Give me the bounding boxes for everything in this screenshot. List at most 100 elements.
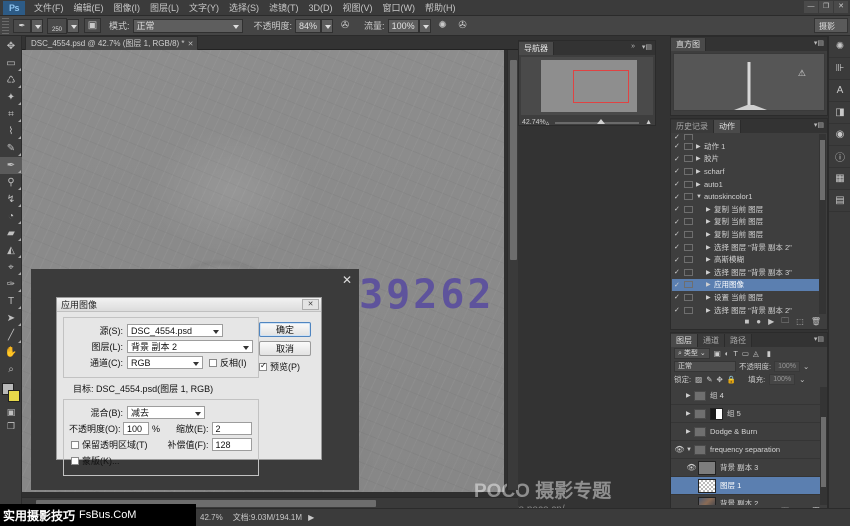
action-toggle[interactable]: ✓ <box>674 281 684 289</box>
lock-image-icon[interactable]: ✎ <box>706 375 712 384</box>
tool-blur[interactable]: ◭ <box>0 242 22 259</box>
panel-menu-icon[interactable]: ▾▤ <box>814 335 824 343</box>
action-row-selected[interactable]: ✓▶应用图像 <box>672 279 826 292</box>
tab-paths[interactable]: 路径 <box>725 334 752 347</box>
navigator-zoom-slider[interactable] <box>555 122 639 124</box>
action-dialog-toggle[interactable] <box>684 218 693 225</box>
preview-checkbox-row[interactable]: 预览(P) <box>259 360 315 373</box>
stop-icon[interactable]: ■ <box>744 317 749 326</box>
layer-filter-select[interactable]: ⌕ 类型 ⌄ <box>674 348 710 359</box>
preview-checkbox[interactable] <box>259 363 267 371</box>
tool-pen[interactable]: ✑ <box>0 276 22 293</box>
source-select[interactable]: DSC_4554.psd <box>127 324 223 337</box>
zoom-out-icon[interactable]: ▵ <box>546 119 550 127</box>
navigator-zoom-value[interactable]: 42.74% <box>522 119 546 126</box>
chevrons-right-icon[interactable]: » <box>631 43 635 50</box>
brush-size-field[interactable]: 250 <box>47 18 67 34</box>
layer-select[interactable]: 背景 副本 2 <box>127 340 253 353</box>
action-toggle[interactable]: ✓ <box>674 142 684 150</box>
tool-history-brush[interactable]: ↯ <box>0 191 22 208</box>
action-toggle[interactable]: ✓ <box>674 205 684 213</box>
preserve-checkbox-row[interactable]: 保留透明区域(T) <box>71 438 148 451</box>
action-toggle[interactable]: ✓ <box>674 155 684 163</box>
fill-dropdown-icon[interactable]: ⌄ <box>799 375 805 384</box>
action-toggle[interactable]: ✓ <box>674 167 684 175</box>
action-toggle[interactable]: ✓ <box>674 218 684 226</box>
minimize-button[interactable]: — <box>804 1 818 13</box>
new-set-icon[interactable]: 🗀 <box>781 315 789 329</box>
menu-edit[interactable]: 编辑(E) <box>69 1 109 15</box>
opacity-dropdown-icon[interactable]: ⌄ <box>803 362 809 371</box>
action-toggle[interactable]: ✓ <box>674 230 684 238</box>
chevron-right-icon[interactable]: ▶ <box>706 256 714 263</box>
invert-checkbox-row[interactable]: 反相(I) <box>209 356 247 369</box>
chevron-right-icon[interactable]: ▶ <box>686 392 694 399</box>
tool-eyedropper[interactable]: ⌇ <box>0 123 22 140</box>
layer-row-selected[interactable]: 图层 1 <box>671 477 827 495</box>
chevron-right-icon[interactable]: ▶ <box>706 218 714 225</box>
tool-eraser[interactable]: ◔ <box>0 208 22 225</box>
chevron-right-icon[interactable]: ▶ <box>696 155 704 162</box>
layer-row[interactable]: 👁 背景 副本 3 <box>671 459 827 477</box>
play-icon[interactable]: ▶ <box>768 317 774 326</box>
color-swatches[interactable] <box>0 381 22 405</box>
canvas-vertical-scrollbar[interactable] <box>507 50 518 490</box>
menu-help[interactable]: 帮助(H) <box>420 1 461 15</box>
delete-icon[interactable]: 🗑 <box>811 317 821 326</box>
chevron-right-icon[interactable]: ▶ <box>706 269 714 276</box>
lock-transparency-icon[interactable]: ▨ <box>695 375 702 384</box>
opacity-input[interactable]: 84% <box>295 19 321 33</box>
action-row[interactable]: ✓▶复制 当前 图层 <box>672 228 826 241</box>
tool-hand[interactable]: ✋ <box>0 344 22 361</box>
action-dialog-toggle[interactable] <box>684 168 693 175</box>
layer-row[interactable]: ▶ 组 4 <box>671 387 827 405</box>
flow-input[interactable]: 100% <box>388 19 419 33</box>
action-dialog-toggle[interactable] <box>684 143 693 150</box>
menu-file[interactable]: 文件(F) <box>29 1 69 15</box>
chevron-right-icon[interactable]: ▶ <box>706 231 714 238</box>
offset-input[interactable]: 128 <box>212 438 252 451</box>
dialog-backdrop-close-icon[interactable]: ✕ <box>342 273 352 287</box>
action-dialog-toggle[interactable] <box>684 206 693 213</box>
mask-checkbox[interactable] <box>71 457 79 465</box>
adjustment-filter-icon[interactable]: ◐ <box>725 349 730 358</box>
layer-thumbnail[interactable] <box>698 497 716 506</box>
tool-type[interactable]: T <box>0 293 22 310</box>
layers-list[interactable]: ▶ 组 4 ▶ 组 5 ▶ Dodge & Burn <box>671 387 827 505</box>
cancel-button[interactable]: 取消 <box>259 341 311 356</box>
channel-select[interactable]: RGB <box>127 356 203 369</box>
layer-blend-select[interactable]: 正常 <box>674 361 736 372</box>
properties-rail-icon[interactable]: ▤ <box>829 190 850 212</box>
opacity-slider-arrow[interactable] <box>321 19 333 33</box>
tool-move[interactable]: ✥ <box>0 38 22 55</box>
action-toggle[interactable]: ✓ <box>674 268 684 276</box>
pixel-filter-icon[interactable]: ▣ <box>714 349 721 358</box>
info-rail-icon[interactable]: ⓘ <box>829 146 850 168</box>
document-tab[interactable]: DSC_4554.psd @ 42.7% (图层 1, RGB/8) * ✕ <box>25 36 198 50</box>
panel-menu-icon[interactable]: ▾▤ <box>814 39 824 47</box>
layer-row[interactable]: 👁 ▼ frequency separation <box>671 441 827 459</box>
action-row[interactable]: ✓▶复制 当前 图层 <box>672 216 826 229</box>
tool-lasso[interactable]: ♺ <box>0 72 22 89</box>
menu-window[interactable]: 窗口(W) <box>378 1 421 15</box>
tool-dodge[interactable]: ⌖ <box>0 259 22 276</box>
brush-preset-dropdown[interactable] <box>31 19 43 33</box>
eye-icon-on[interactable]: 👁 <box>673 445 686 454</box>
status-arrow-icon[interactable]: ▶ <box>308 513 314 522</box>
tool-path-selection[interactable]: ➤ <box>0 310 22 327</box>
panel-menu-icon[interactable]: ▾▤ <box>642 43 652 51</box>
close-button[interactable]: ✕ <box>834 1 848 13</box>
swatches-rail-icon[interactable]: ▦ <box>829 168 850 190</box>
tool-marquee[interactable]: ▭ <box>0 55 22 72</box>
dialog-close-button[interactable]: ✕ <box>302 299 319 310</box>
new-action-icon[interactable]: ⬚ <box>796 317 804 326</box>
tool-healing-brush[interactable]: ✎ <box>0 140 22 157</box>
action-dialog-toggle[interactable] <box>684 231 693 238</box>
tab-actions[interactable]: 动作 <box>714 120 741 133</box>
action-toggle[interactable]: ✓ <box>674 256 684 264</box>
options-gripper[interactable] <box>2 18 9 34</box>
menu-select[interactable]: 选择(S) <box>224 1 264 15</box>
preserve-transparency-checkbox[interactable] <box>71 441 79 449</box>
warning-icon[interactable]: ⚠ <box>798 68 806 79</box>
tool-quick-select[interactable]: ✦ <box>0 89 22 106</box>
